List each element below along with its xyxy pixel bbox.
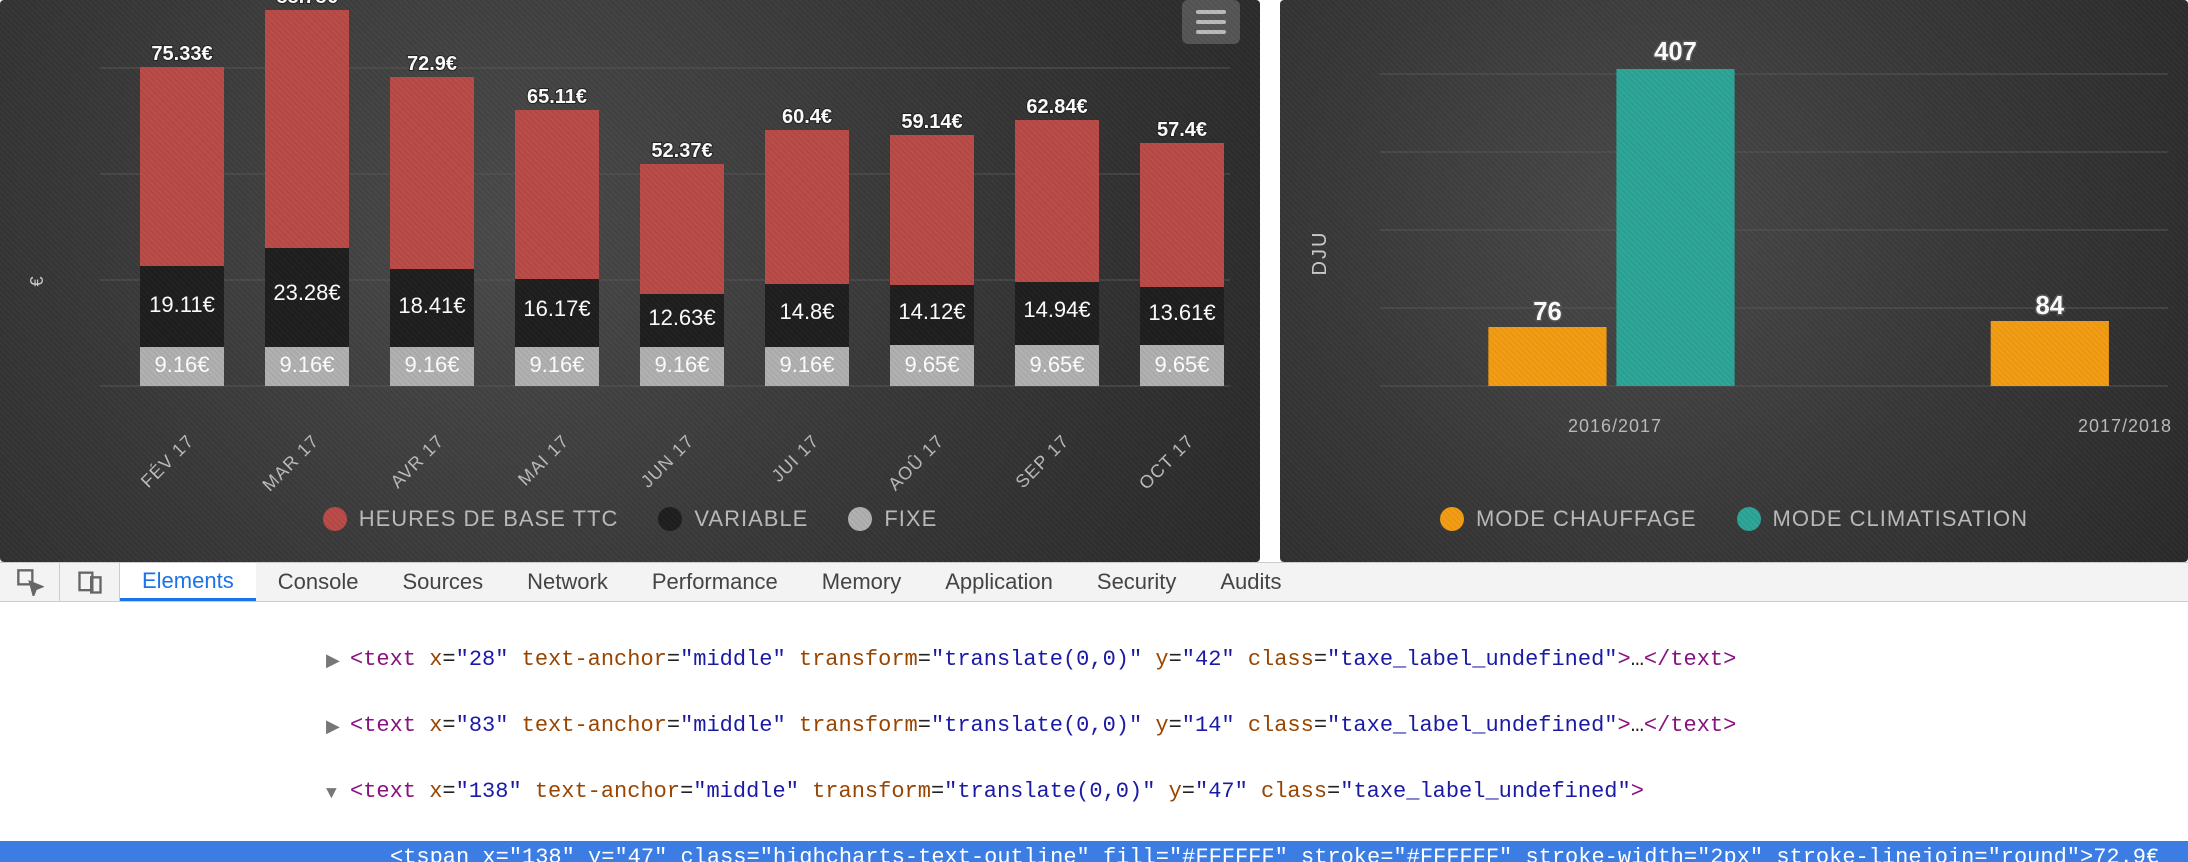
code-val: 2px [1710, 845, 1750, 862]
xcat: avr 17 [387, 431, 448, 492]
bars [1488, 69, 2109, 386]
monthly-cost-chart: € 0€ 25€ 50€ 75€ [0, 0, 1260, 562]
xcat: 2016/2017 [1568, 416, 1662, 436]
tab-console[interactable]: Console [256, 563, 381, 601]
legend-item[interactable]: mode chauffage [1440, 506, 1697, 532]
code-val: taxe_label_undefined [1340, 713, 1604, 738]
legend-item[interactable]: Variable [658, 506, 808, 532]
selected-node[interactable]: <tspan x="138" y="47" class="highcharts-… [0, 841, 2188, 862]
code-val: 47 [1208, 779, 1234, 804]
y-axis-label: DJU [1309, 230, 1332, 275]
mid-label: 19.11€ [149, 292, 215, 317]
tab-audits[interactable]: Audits [1198, 563, 1303, 601]
code-val: 47 [628, 845, 654, 862]
total-label: 60.4€ [782, 106, 832, 128]
mid-label: 18.41€ [398, 293, 465, 318]
legend-item[interactable]: Heures de Base TTC [323, 506, 619, 532]
mid-label: 13.61€ [1148, 300, 1215, 325]
xcat: Fév 17 [137, 431, 198, 492]
code-val: middle [706, 779, 785, 804]
y-axis-label: € [27, 275, 48, 286]
tab-elements[interactable]: Elements [120, 563, 256, 601]
tab-performance[interactable]: Performance [630, 563, 800, 601]
code-val: translate(0,0) [944, 647, 1129, 672]
code-val: #FFFFFF [1182, 845, 1274, 862]
dju-chart: DJU 0 100 200 300 400 [1280, 0, 2188, 562]
mid-label: 14.12€ [898, 299, 965, 324]
legend: mode chauffage mode climatisation [1280, 506, 2188, 532]
code-val: taxe_label_undefined [1340, 647, 1604, 672]
mid-label: 23.28€ [273, 280, 340, 305]
code-val: 83 [469, 713, 495, 738]
total-label: 88.78€ [276, 0, 337, 8]
elements-tree[interactable]: ▶<text x="28" text-anchor="middle" trans… [0, 602, 2188, 862]
bot-label: 9.16€ [154, 352, 209, 377]
bot-label: 9.16€ [779, 352, 834, 377]
devtools-tabbar: Elements Console Sources Network Perform… [0, 562, 2188, 602]
xcat: oct 17 [1135, 431, 1198, 492]
code-val: highcharts-text-outline [773, 845, 1077, 862]
code-val: #FFFFFF [1407, 845, 1499, 862]
total-label: 72.9€ [407, 53, 457, 75]
xcat: jun 17 [637, 431, 698, 492]
code-val: middle [693, 647, 772, 672]
total-label: 75.33€ [151, 43, 212, 65]
bot-label: 9.16€ [404, 352, 459, 377]
inspect-element-icon[interactable] [0, 563, 60, 601]
total-label: 65.11€ [527, 86, 587, 108]
tab-network[interactable]: Network [505, 563, 630, 601]
xcat: mai 17 [514, 431, 573, 490]
total-label: 57.4€ [1157, 119, 1207, 141]
mid-label: 12.63€ [648, 305, 715, 330]
code-val: taxe_label_undefined [1353, 779, 1617, 804]
xcat: sep 17 [1012, 431, 1073, 492]
code-val: 42 [1195, 647, 1221, 672]
total-label: 52.37€ [651, 140, 712, 162]
legend-item[interactable]: Fixe [848, 506, 937, 532]
legend-label: Heures de Base TTC [359, 506, 619, 532]
legend-label: Variable [694, 506, 808, 532]
legend-label: mode climatisation [1773, 506, 2029, 532]
mid-label: 14.8€ [779, 299, 834, 324]
bot-label: 9.65€ [1029, 352, 1084, 377]
tab-memory[interactable]: Memory [800, 563, 923, 601]
xcat: aoû 17 [883, 430, 947, 492]
code-val: 72.9€ [2093, 845, 2159, 862]
tab-security[interactable]: Security [1075, 563, 1198, 601]
total-label: 62.84€ [1026, 96, 1087, 118]
code-val: 14 [1195, 713, 1221, 738]
devtools-panel: Elements Console Sources Network Perform… [0, 562, 2188, 862]
data-label: 76 [1533, 298, 1561, 326]
total-label: 59.14€ [901, 111, 962, 133]
data-label: 84 [2036, 292, 2065, 320]
code-val: 28 [469, 647, 495, 672]
xcat: mar 17 [258, 431, 322, 492]
xcat: 2017/2018 [2078, 416, 2172, 436]
code-val: 138 [522, 845, 562, 862]
bot-label: 9.16€ [279, 352, 334, 377]
code-val: 138 [469, 779, 509, 804]
code-val: translate(0,0) [944, 713, 1129, 738]
xcat: jui 17 [768, 431, 823, 486]
code-val: middle [693, 713, 772, 738]
bot-label: 9.16€ [654, 352, 709, 377]
mid-label: 16.17€ [523, 296, 590, 321]
legend: Heures de Base TTC Variable Fixe [0, 506, 1260, 532]
legend-label: mode chauffage [1476, 506, 1697, 532]
code-val: translate(0,0) [957, 779, 1142, 804]
legend-item[interactable]: mode climatisation [1737, 506, 2029, 532]
bot-label: 9.65€ [904, 352, 959, 377]
legend-label: Fixe [884, 506, 937, 532]
mid-label: 14.94€ [1023, 297, 1090, 322]
data-label: 407 [1654, 38, 1697, 66]
tab-application[interactable]: Application [923, 563, 1075, 601]
bot-label: 9.65€ [1154, 352, 1209, 377]
bot-label: 9.16€ [529, 352, 584, 377]
code-val: round [2001, 845, 2067, 862]
device-toggle-icon[interactable] [60, 563, 120, 601]
tab-sources[interactable]: Sources [380, 563, 505, 601]
